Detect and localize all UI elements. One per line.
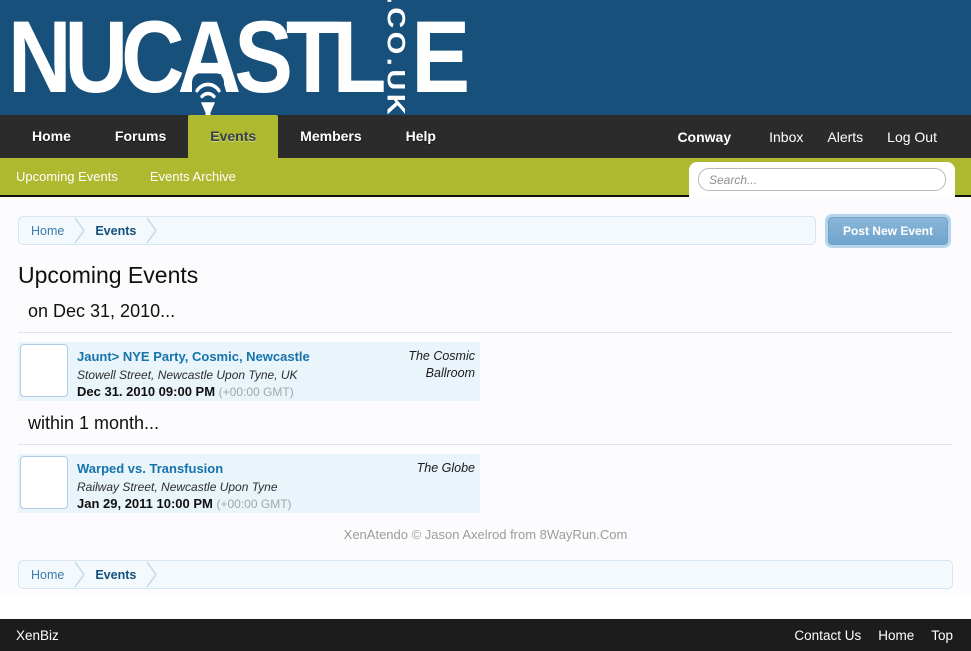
nav-account-area: Conway Inbox Alerts Log Out [677,115,971,158]
nav-item-events[interactable]: Events [188,115,278,158]
group-heading-month: within 1 month... [28,413,953,434]
event-address: Railway Street, Newcastle Upon Tyne [77,480,394,494]
event-datetime: Jan 29, 2011 10:00 PM (+00:00 GMT) [77,496,394,511]
alerts-link[interactable]: Alerts [827,129,863,145]
breadcrumb: Home Events [18,216,816,245]
post-new-event-button[interactable]: Post New Event [828,217,948,245]
logo-pre-a: NUC [8,0,178,114]
group-heading-date: on Dec 31, 2010... [28,301,953,322]
nav-item-help[interactable]: Help [384,115,458,158]
site-footer: XenBiz Contact Us Home Top [0,619,971,651]
event-thumbnail[interactable] [20,344,68,397]
chevron-right-icon [74,561,85,588]
logo-wordmark: NUCASTL [8,1,379,112]
chevron-right-icon [74,217,85,244]
antenna-icon [190,36,226,89]
site-logo[interactable]: NUCASTL .CO.UK E [8,0,463,115]
nav-tabs: Home Forums Events Members Help [0,115,458,158]
event-details: Warped vs. Transfusion Railway Street, N… [77,456,394,511]
event-details: Jaunt> NYE Party, Cosmic, Newcastle Stow… [77,344,394,399]
event-card: Jaunt> NYE Party, Cosmic, Newcastle Stow… [18,342,480,401]
event-venue: The Cosmic Ballroom [394,344,478,399]
chevron-right-icon [146,561,157,588]
event-timezone: (+00:00 GMT) [219,385,294,399]
nav-item-home[interactable]: Home [10,115,93,158]
event-title-link[interactable]: Warped vs. Transfusion [77,461,223,476]
divider [18,332,953,333]
breadcrumb-row-bottom: Home Events [18,560,953,589]
breadcrumb: Home Events [18,560,953,589]
inbox-link[interactable]: Inbox [769,129,803,145]
content-area: Home Events Post New Event Upcoming Even… [0,197,971,597]
page-title: Upcoming Events [18,262,953,289]
footer-brand-link[interactable]: XenBiz [16,628,59,643]
addon-credit: XenAtendo © Jason Axelrod from 8WayRun.C… [18,527,953,542]
main-navbar: Home Forums Events Members Help Conway I… [0,115,971,158]
subnav-item-events-archive[interactable]: Events Archive [134,158,252,195]
footer-home-link[interactable]: Home [878,628,914,643]
search-input[interactable] [698,168,946,191]
logo-post-a: STL [234,0,379,114]
logo-last-letter: E [411,1,463,112]
event-card: Warped vs. Transfusion Railway Street, N… [18,454,480,513]
breadcrumb-events[interactable]: Events [95,224,136,238]
footer-top-link[interactable]: Top [931,628,953,643]
nav-item-members[interactable]: Members [278,115,383,158]
event-venue: The Globe [394,456,478,511]
breadcrumb-events[interactable]: Events [95,568,136,582]
event-datetime: Dec 31. 2010 09:00 PM (+00:00 GMT) [77,384,394,399]
chevron-right-icon [146,217,157,244]
breadcrumb-home[interactable]: Home [31,568,64,582]
footer-links: Contact Us Home Top [794,628,953,643]
search-container [689,162,955,197]
logout-link[interactable]: Log Out [887,129,937,145]
breadcrumb-home[interactable]: Home [31,224,64,238]
logo-letter-a: A [178,1,235,112]
site-header: NUCASTL .CO.UK E [0,0,971,115]
event-thumbnail[interactable] [20,456,68,509]
sub-navbar: Upcoming Events Events Archive [0,158,971,197]
event-timezone: (+00:00 GMT) [217,497,292,511]
event-title-link[interactable]: Jaunt> NYE Party, Cosmic, Newcastle [77,349,310,364]
footer-contact-us-link[interactable]: Contact Us [794,628,861,643]
subnav-item-upcoming-events[interactable]: Upcoming Events [0,158,134,195]
nav-item-forums[interactable]: Forums [93,115,188,158]
breadcrumb-row-top: Home Events Post New Event [18,216,953,245]
logo-tld: .CO.UK [377,0,413,115]
username-link[interactable]: Conway [677,129,731,145]
event-address: Stowell Street, Newcastle Upon Tyne, UK [77,368,394,382]
divider [18,444,953,445]
